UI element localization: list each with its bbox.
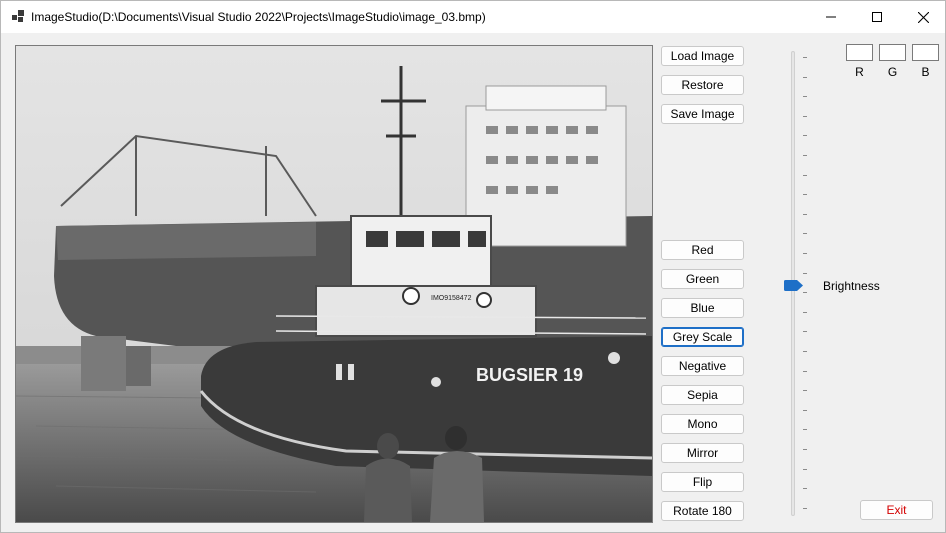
slider-tick — [803, 155, 807, 156]
slider-tick — [803, 410, 807, 411]
slider-tick — [803, 77, 807, 78]
r-label: R — [855, 65, 864, 79]
slider-tick — [803, 116, 807, 117]
negative-filter-button[interactable]: Negative — [661, 356, 744, 376]
window-title: ImageStudio(D:\Documents\Visual Studio 2… — [31, 10, 486, 24]
slider-tick — [803, 469, 807, 470]
maximize-button[interactable] — [854, 1, 900, 33]
maximize-icon — [872, 12, 882, 22]
g-label: G — [887, 65, 898, 79]
harbour-tugboat-image: IMO9158472 BUGSIER 19 — [16, 46, 652, 522]
b-label: B — [921, 65, 930, 79]
slider-tick — [803, 449, 807, 450]
red-filter-button[interactable]: Red — [661, 240, 744, 260]
ship-name-marking: BUGSIER 19 — [476, 365, 583, 385]
slider-tick — [803, 429, 807, 430]
slider-tick — [803, 194, 807, 195]
load-image-button[interactable]: Load Image — [661, 46, 744, 66]
brightness-slider-thumb[interactable] — [784, 280, 804, 294]
imo-marking: IMO9158472 — [431, 295, 472, 302]
flip-button[interactable]: Flip — [661, 472, 744, 492]
slider-tick — [803, 175, 807, 176]
slider-tick — [803, 233, 807, 234]
slider-tick — [803, 273, 807, 274]
slider-tick — [803, 96, 807, 97]
minimize-button[interactable] — [808, 1, 854, 33]
slider-tick — [803, 390, 807, 391]
brightness-label: Brightness — [823, 279, 880, 293]
blue-filter-button[interactable]: Blue — [661, 298, 744, 318]
image-picture-box: IMO9158472 BUGSIER 19 — [15, 45, 653, 523]
title-bar[interactable]: ImageStudio(D:\Documents\Visual Studio 2… — [1, 1, 945, 33]
close-button[interactable] — [900, 1, 946, 33]
b-value-box — [912, 44, 939, 61]
app-icon — [12, 10, 24, 22]
app-window: ImageStudio(D:\Documents\Visual Studio 2… — [0, 0, 946, 533]
slider-thumb-icon — [784, 280, 803, 291]
save-image-button[interactable]: Save Image — [661, 104, 744, 124]
slider-tick — [803, 253, 807, 254]
slider-tick — [803, 508, 807, 509]
slider-tick — [803, 371, 807, 372]
slider-tick — [803, 57, 807, 58]
slider-tick — [803, 135, 807, 136]
r-value-box — [846, 44, 873, 61]
close-icon — [917, 11, 929, 23]
green-filter-button[interactable]: Green — [661, 269, 744, 289]
slider-tick — [803, 488, 807, 489]
slider-tick — [803, 214, 807, 215]
grey-scale-filter-button[interactable]: Grey Scale — [661, 327, 744, 347]
slider-tick — [803, 331, 807, 332]
slider-tick — [803, 351, 807, 352]
rotate-180-button[interactable]: Rotate 180 — [661, 501, 744, 521]
exit-button[interactable]: Exit — [860, 500, 933, 520]
g-value-box — [879, 44, 906, 61]
minimize-icon — [826, 16, 836, 18]
mirror-button[interactable]: Mirror — [661, 443, 744, 463]
mono-filter-button[interactable]: Mono — [661, 414, 744, 434]
restore-button[interactable]: Restore — [661, 75, 744, 95]
slider-tick — [803, 312, 807, 313]
sepia-filter-button[interactable]: Sepia — [661, 385, 744, 405]
